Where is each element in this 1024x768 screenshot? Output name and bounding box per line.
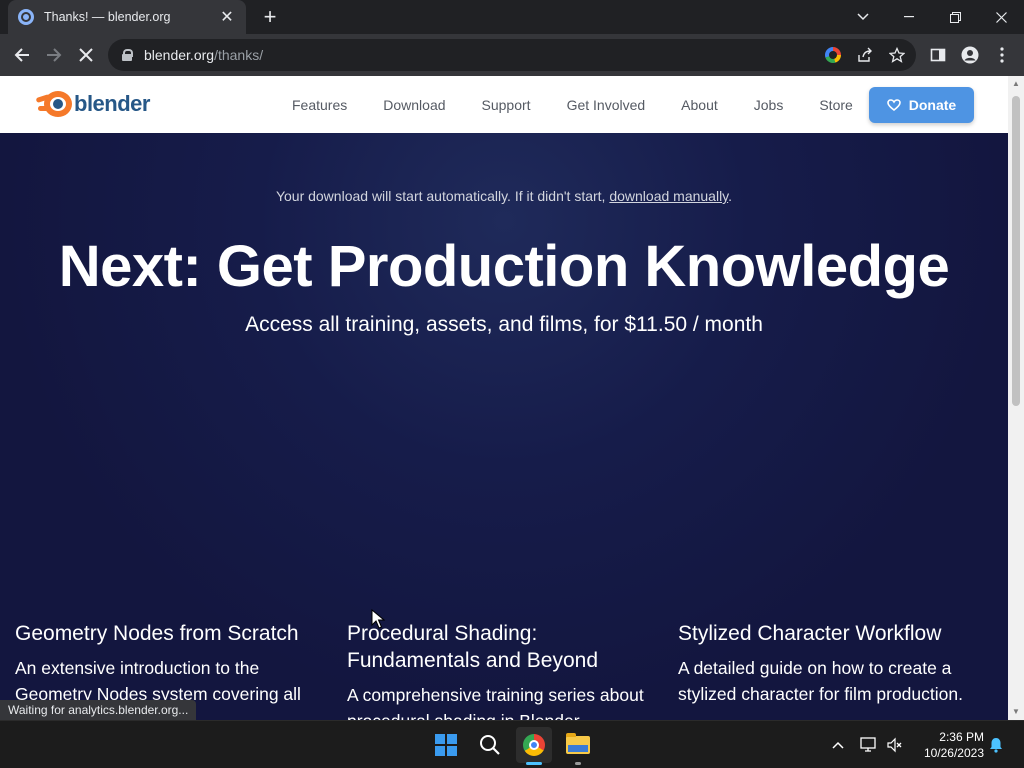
card-description: A detailed guide on how to create a styl… bbox=[678, 658, 963, 704]
notice-suffix: . bbox=[728, 188, 733, 204]
card-title[interactable]: Procedural Shading: Fundamentals and Bey… bbox=[347, 620, 657, 674]
chrome-taskbar-button[interactable] bbox=[516, 727, 552, 765]
volume-muted-icon[interactable] bbox=[884, 721, 906, 768]
nav-get-involved[interactable]: Get Involved bbox=[549, 97, 664, 113]
forward-button[interactable] bbox=[38, 39, 70, 71]
training-card[interactable]: Geometry Nodes from Scratch An extensive… bbox=[15, 620, 325, 707]
url-path: /thanks/ bbox=[214, 47, 264, 63]
lock-icon[interactable] bbox=[122, 49, 133, 61]
donate-button[interactable]: Donate bbox=[869, 87, 974, 123]
restore-button[interactable] bbox=[932, 0, 978, 34]
network-icon[interactable] bbox=[858, 721, 880, 768]
hero-subhead: Access all training, assets, and films, … bbox=[245, 313, 763, 336]
side-panel-icon[interactable] bbox=[928, 45, 948, 65]
site-header: blender Features Download Support Get In… bbox=[0, 76, 1008, 133]
browser-toolbar: blender.org/thanks/ bbox=[0, 34, 1024, 76]
card-title[interactable]: Geometry Nodes from Scratch bbox=[15, 620, 325, 647]
page-scrollbar[interactable]: ▲ ▼ bbox=[1008, 76, 1024, 720]
search-icon bbox=[480, 735, 500, 755]
new-tab-button[interactable]: + bbox=[257, 4, 283, 30]
notification-bell-icon[interactable] bbox=[988, 737, 1004, 753]
windows-logo-icon bbox=[435, 734, 457, 756]
blender-logo-icon bbox=[35, 88, 76, 120]
back-button[interactable] bbox=[6, 39, 38, 71]
chrome-icon bbox=[523, 734, 545, 756]
file-explorer-button[interactable] bbox=[560, 727, 596, 765]
tab-close-icon[interactable]: ✕ bbox=[218, 7, 236, 27]
share-icon[interactable] bbox=[856, 46, 874, 64]
clock-date: 10/26/2023 bbox=[923, 746, 984, 760]
status-bubble: Waiting for analytics.blender.org... bbox=[0, 700, 197, 720]
bookmark-star-icon[interactable] bbox=[888, 46, 906, 64]
show-hidden-icons-chevron-icon[interactable] bbox=[828, 721, 848, 768]
menu-kebab-icon[interactable] bbox=[992, 45, 1012, 65]
close-window-button[interactable] bbox=[978, 0, 1024, 34]
nav-download[interactable]: Download bbox=[365, 97, 463, 113]
stop-loading-button[interactable] bbox=[70, 39, 102, 71]
taskbar-clock[interactable]: 2:36 PM 10/26/2023 bbox=[906, 729, 984, 761]
hero-section: Your download will start automatically. … bbox=[0, 133, 1008, 720]
tab-title: Thanks! — blender.org bbox=[44, 10, 171, 24]
scroll-down-arrow-icon[interactable]: ▼ bbox=[1008, 704, 1024, 720]
nav-features[interactable]: Features bbox=[274, 97, 365, 113]
address-bar[interactable]: blender.org/thanks/ bbox=[108, 39, 916, 71]
mouse-cursor-icon bbox=[371, 609, 385, 629]
browser-tab[interactable]: Thanks! — blender.org ✕ bbox=[8, 0, 246, 34]
search-button[interactable] bbox=[472, 727, 508, 763]
blender-logo[interactable]: blender bbox=[35, 88, 150, 120]
training-card[interactable]: Stylized Character Workflow A detailed g… bbox=[678, 620, 988, 707]
heart-icon bbox=[886, 99, 901, 111]
logo-text: blender bbox=[74, 91, 150, 116]
scroll-up-arrow-icon[interactable]: ▲ bbox=[1008, 76, 1024, 92]
scroll-thumb[interactable] bbox=[1012, 96, 1020, 406]
tab-search-icon[interactable] bbox=[840, 0, 886, 34]
tab-strip: Thanks! — blender.org ✕ + bbox=[0, 0, 1024, 34]
profile-icon[interactable] bbox=[960, 45, 980, 65]
site-nav: Features Download Support Get Involved A… bbox=[274, 76, 871, 133]
clock-time: 2:36 PM bbox=[939, 730, 984, 744]
page-viewport: blender Features Download Support Get In… bbox=[0, 76, 1008, 720]
nav-store[interactable]: Store bbox=[801, 97, 870, 113]
folder-icon bbox=[566, 733, 590, 754]
start-button[interactable] bbox=[428, 727, 464, 763]
url-host: blender.org bbox=[144, 47, 215, 63]
training-card[interactable]: Procedural Shading: Fundamentals and Bey… bbox=[347, 620, 657, 720]
notice-text: Your download will start automatically. … bbox=[275, 188, 610, 204]
minimize-button[interactable] bbox=[886, 0, 932, 34]
donate-label: Donate bbox=[908, 97, 957, 113]
blender-favicon-icon bbox=[18, 9, 34, 25]
nav-jobs[interactable]: Jobs bbox=[736, 97, 802, 113]
windows-taskbar: 2:36 PM 10/26/2023 bbox=[0, 720, 1024, 768]
google-lens-icon[interactable] bbox=[824, 46, 842, 64]
card-description: A comprehensive training series about pr… bbox=[347, 685, 644, 720]
nav-about[interactable]: About bbox=[663, 97, 736, 113]
download-notice: Your download will start automatically. … bbox=[0, 188, 1008, 204]
download-manually-link[interactable]: download manually bbox=[609, 188, 728, 204]
card-title[interactable]: Stylized Character Workflow bbox=[678, 620, 988, 647]
hero-headline: Next: Get Production Knowledge bbox=[58, 234, 950, 299]
nav-support[interactable]: Support bbox=[464, 97, 549, 113]
